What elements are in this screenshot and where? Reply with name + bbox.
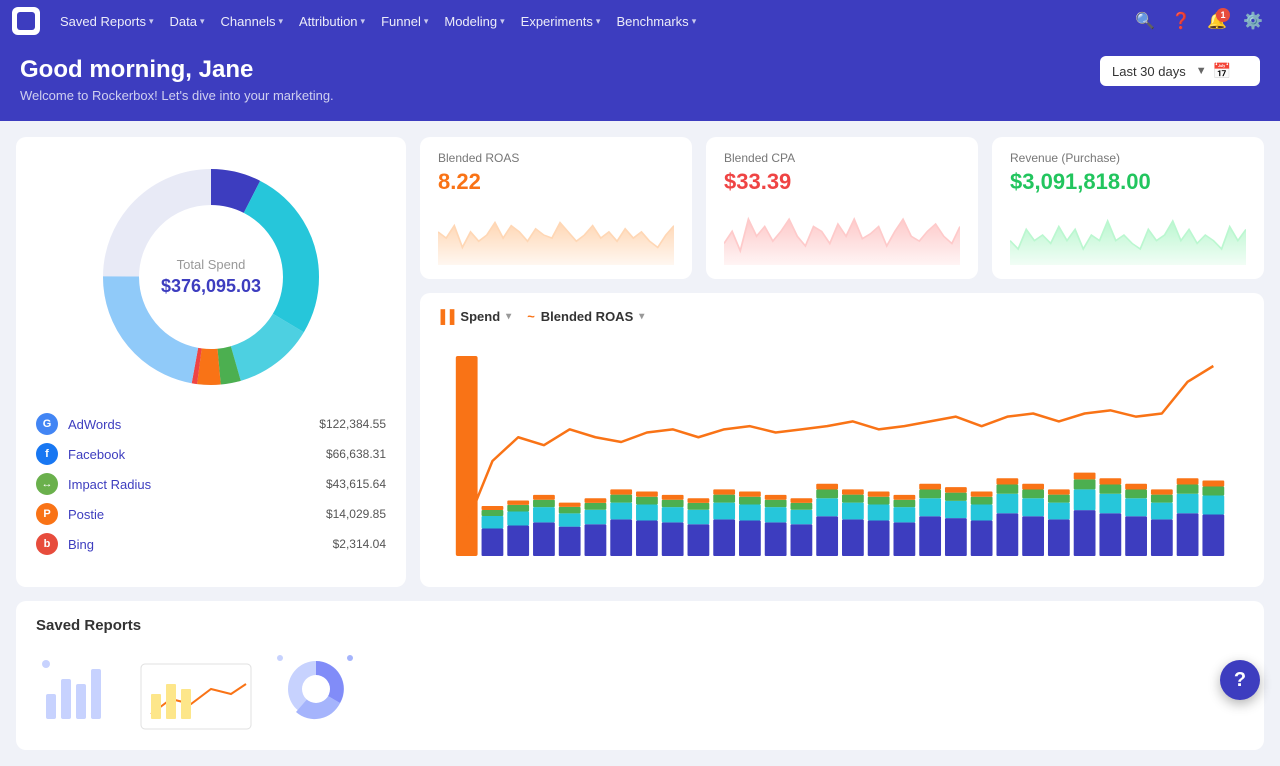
chevron-down-icon: ▾: [639, 311, 644, 322]
metric-card-blended-cpa: Blended CPA $33.39: [706, 137, 978, 279]
metric-chart-svg: [438, 205, 674, 265]
nav-item-modeling[interactable]: Modeling▾: [436, 0, 512, 42]
channel-icon-impact-radius: ↔: [36, 473, 58, 495]
chevron-down-icon: ▾: [692, 16, 697, 27]
nav-label-funnel: Funnel: [381, 14, 421, 29]
channel-value-adwords: $122,384.55: [319, 417, 386, 431]
roas-label: Blended ROAS: [541, 309, 633, 324]
nav-label-attribution: Attribution: [299, 14, 358, 29]
report-preview-line: [136, 654, 256, 734]
nav-label-experiments: Experiments: [521, 14, 593, 29]
spend-toggle[interactable]: ▐▐ Spend ▾: [436, 309, 511, 324]
header-subtitle: Welcome to Rockerbox! Let's dive into yo…: [20, 88, 334, 103]
notifications-button[interactable]: 🔔 1: [1202, 6, 1232, 36]
report-preview-pie: [276, 654, 356, 724]
list-item: b Bing $2,314.04: [36, 533, 386, 555]
channel-value-postie: $14,029.85: [326, 507, 386, 521]
chevron-down-icon: ▼: [1196, 65, 1207, 77]
list-item: G AdWords $122,384.55: [36, 413, 386, 435]
saved-reports-previews: [36, 646, 1244, 734]
logo: [12, 7, 40, 35]
chevron-down-icon: ▾: [500, 16, 505, 27]
nav-item-channels[interactable]: Channels▾: [213, 0, 291, 42]
metric-label: Blended ROAS: [438, 151, 674, 165]
nav-label-data: Data: [170, 14, 197, 29]
chevron-down-icon: ▾: [149, 16, 154, 27]
nav-item-data[interactable]: Data▾: [162, 0, 213, 42]
chevron-down-icon: ▾: [278, 16, 283, 27]
spend-label: Spend: [460, 309, 500, 324]
bar-chart-icon: ▐▐: [436, 309, 454, 324]
search-button[interactable]: 🔍: [1130, 6, 1160, 36]
help-button[interactable]: ?: [1220, 660, 1260, 700]
chevron-down-icon: ▾: [506, 311, 511, 322]
navigation: Saved Reports▾Data▾Channels▾Attribution▾…: [0, 0, 1280, 42]
total-spend-card: Total Spend $376,095.03 G AdWords $122,3…: [16, 137, 406, 587]
channel-name-adwords[interactable]: AdWords: [68, 417, 309, 432]
nav-item-experiments[interactable]: Experiments▾: [513, 0, 609, 42]
metric-chart-svg: [724, 205, 960, 265]
date-range-label: Last 30 days: [1112, 64, 1186, 79]
channel-icon-facebook: f: [36, 443, 58, 465]
metric-value: 8.22: [438, 169, 674, 195]
channel-name-postie[interactable]: Postie: [68, 507, 316, 522]
help-nav-button[interactable]: ❓: [1166, 6, 1196, 36]
nav-label-modeling: Modeling: [444, 14, 497, 29]
metric-value: $3,091,818.00: [1010, 169, 1246, 195]
line-chart-icon: ~: [527, 309, 535, 324]
notification-badge: 1: [1216, 8, 1230, 22]
channel-icon-bing: b: [36, 533, 58, 555]
nav-item-benchmarks[interactable]: Benchmarks ▾: [608, 0, 704, 42]
channel-name-impact-radius[interactable]: Impact Radius: [68, 477, 316, 492]
metric-card-blended-roas: Blended ROAS 8.22: [420, 137, 692, 279]
nav-label-channels: Channels: [221, 14, 276, 29]
nav-label-benchmarks: Benchmarks: [616, 14, 688, 29]
chevron-down-icon: ▾: [361, 16, 366, 27]
channel-name-bing[interactable]: Bing: [68, 537, 323, 552]
donut-center-value: $376,095.03: [161, 276, 261, 297]
main-content: Total Spend $376,095.03 G AdWords $122,3…: [0, 121, 1280, 766]
roas-toggle[interactable]: ~ Blended ROAS ▾: [527, 309, 644, 324]
channel-name-facebook[interactable]: Facebook: [68, 447, 316, 462]
donut-center-label: Total Spend: [161, 257, 261, 272]
chevron-down-icon: ▾: [596, 16, 601, 27]
metrics-column: Blended ROAS 8.22 Blended CPA $33.39: [420, 137, 1264, 587]
channel-value-bing: $2,314.04: [333, 537, 386, 551]
report-preview-bar: [36, 654, 116, 724]
channel-value-facebook: $66,638.31: [326, 447, 386, 461]
metric-cards-row: Blended ROAS 8.22 Blended CPA $33.39: [420, 137, 1264, 279]
saved-reports-title: Saved Reports: [36, 617, 1244, 634]
list-item: P Postie $14,029.85: [36, 503, 386, 525]
date-range-picker[interactable]: Last 30 days ▼ 📅: [1100, 56, 1260, 86]
nav-item-saved-reports[interactable]: Saved Reports▾: [52, 0, 162, 42]
list-item: f Facebook $66,638.31: [36, 443, 386, 465]
nav-label-saved-reports: Saved Reports: [60, 14, 146, 29]
nav-item-funnel[interactable]: Funnel▾: [373, 0, 436, 42]
chevron-down-icon: ▾: [424, 16, 429, 27]
metric-chart-svg: [1010, 205, 1246, 265]
metric-label: Revenue (Purchase): [1010, 151, 1246, 165]
nav-item-attribution[interactable]: Attribution▾: [291, 0, 373, 42]
calendar-icon: 📅: [1213, 62, 1232, 80]
chevron-down-icon: ▾: [200, 16, 205, 27]
spend-bar-chart: [436, 336, 1248, 566]
channel-list: G AdWords $122,384.55 f Facebook $66,638…: [36, 413, 386, 555]
list-item: ↔ Impact Radius $43,615.64: [36, 473, 386, 495]
metric-label: Blended CPA: [724, 151, 960, 165]
channel-icon-postie: P: [36, 503, 58, 525]
channel-value-impact-radius: $43,615.64: [326, 477, 386, 491]
settings-button[interactable]: ⚙️: [1238, 6, 1268, 36]
metric-value: $33.39: [724, 169, 960, 195]
greeting: Good morning, Jane: [20, 56, 334, 84]
spend-chart-header: ▐▐ Spend ▾ ~ Blended ROAS ▾: [436, 309, 1248, 324]
top-row: Total Spend $376,095.03 G AdWords $122,3…: [16, 137, 1264, 587]
saved-reports-section: Saved Reports: [16, 601, 1264, 750]
channel-icon-adwords: G: [36, 413, 58, 435]
spend-chart-card: ▐▐ Spend ▾ ~ Blended ROAS ▾: [420, 293, 1264, 587]
page-header: Good morning, Jane Welcome to Rockerbox!…: [0, 42, 1280, 121]
metric-card-revenue: Revenue (Purchase) $3,091,818.00: [992, 137, 1264, 279]
